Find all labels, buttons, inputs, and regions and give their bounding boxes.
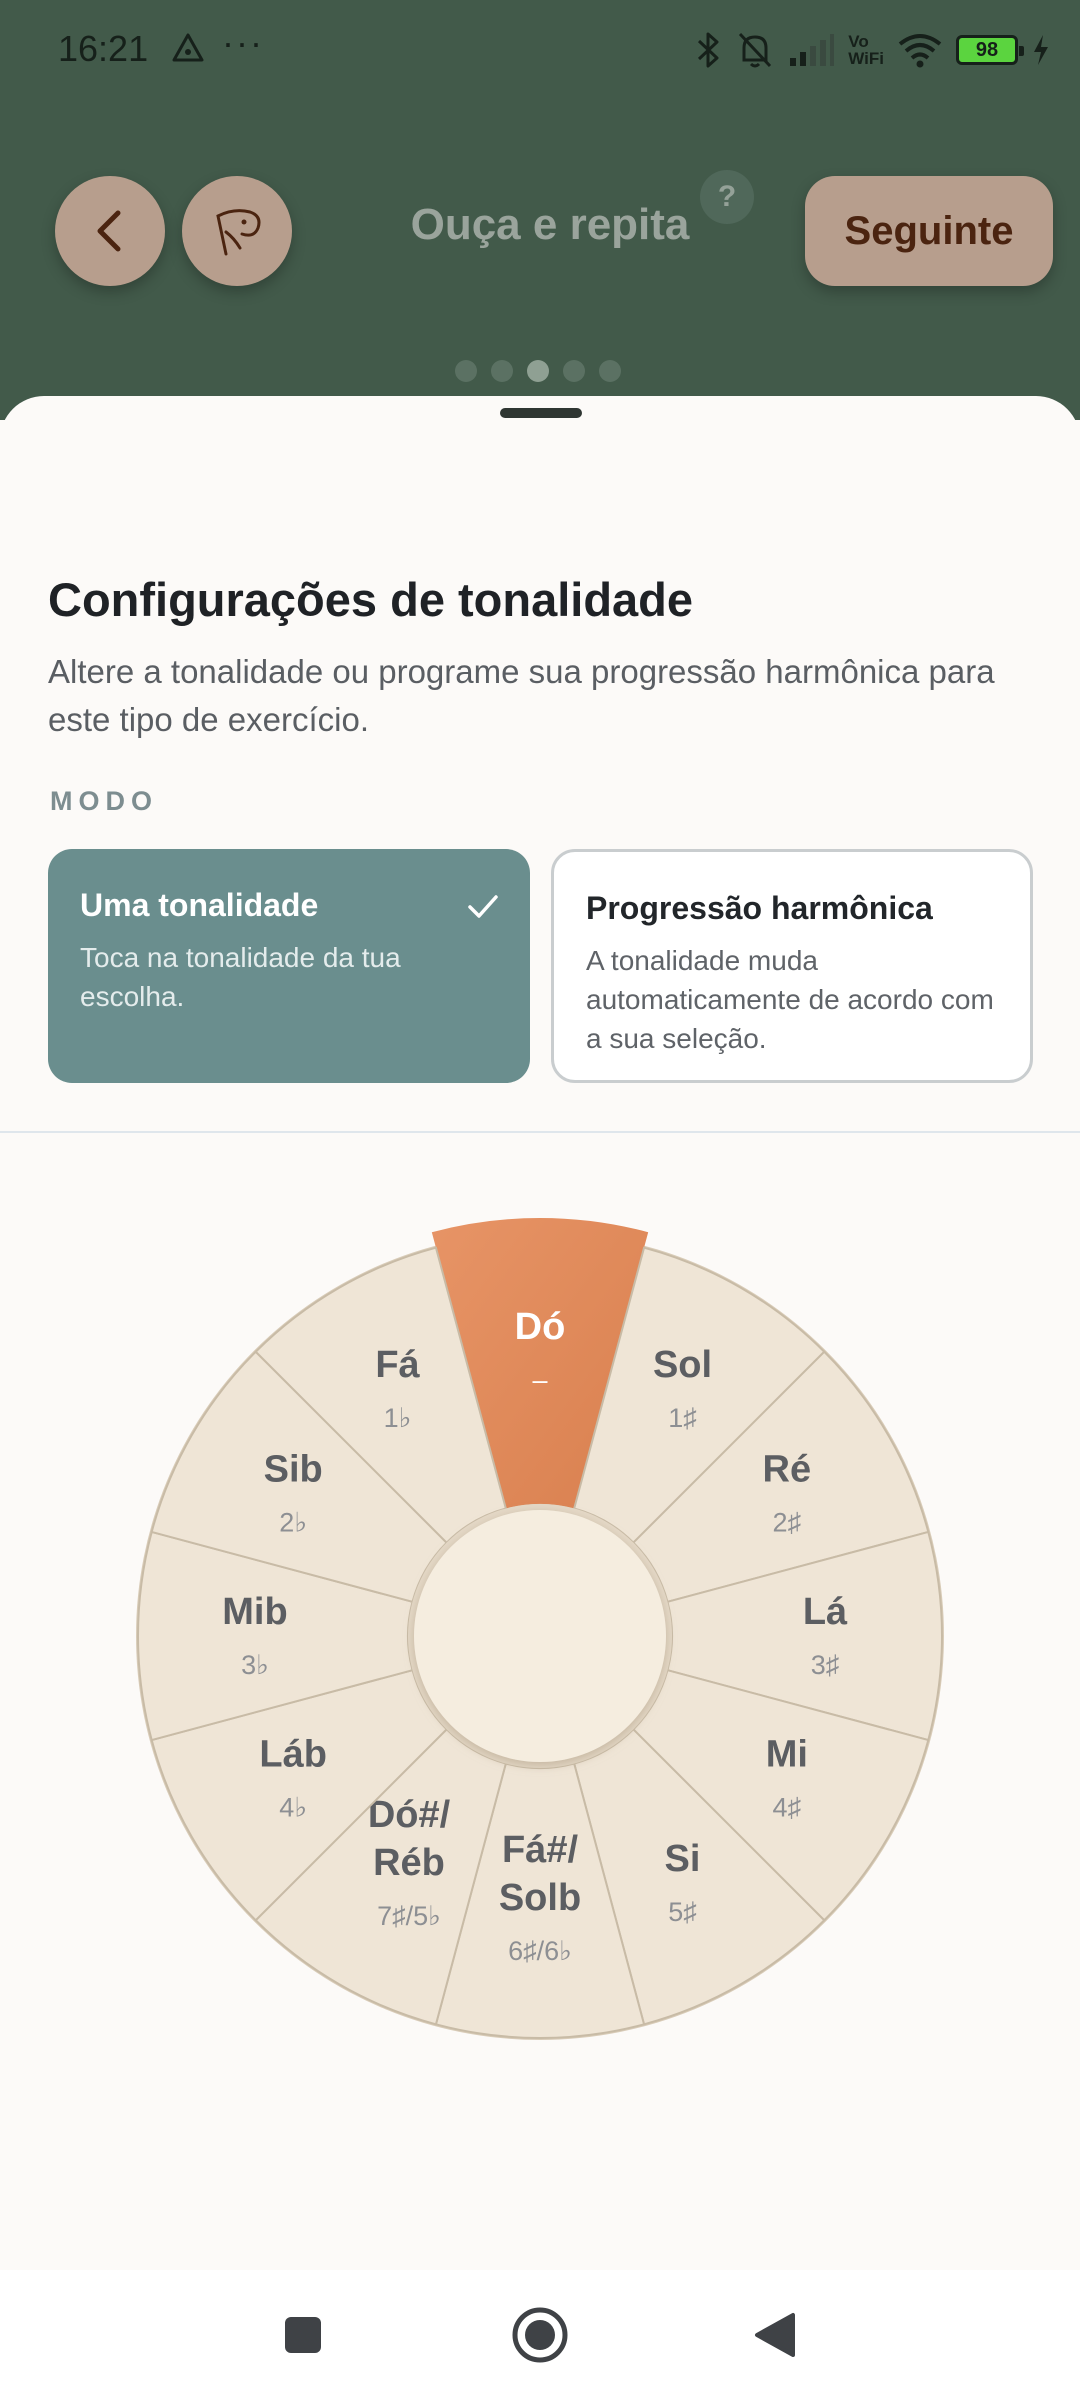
status-bar: 16:21 ··· Vo WiFi 98: [0, 0, 1080, 100]
battery-indicator: 98: [956, 35, 1024, 65]
key-name: Fá#/: [502, 1829, 578, 1871]
vowifi-label: Vo WiFi: [848, 32, 884, 68]
profile-button[interactable]: [182, 176, 292, 286]
key-signature: 2♭: [279, 1508, 307, 1538]
mode-progression-card[interactable]: Progressão harmônica A tonalidade muda a…: [551, 849, 1033, 1083]
status-icons: Vo WiFi 98: [696, 28, 1050, 72]
key-name: Lá: [803, 1591, 848, 1633]
key-name: Mi: [766, 1734, 808, 1776]
home-icon: [512, 2307, 568, 2363]
key-name: Réb: [373, 1842, 445, 1884]
key-signature: 1♭: [384, 1403, 412, 1433]
key-name: Mib: [222, 1591, 287, 1633]
sheet-title: Configurações de tonalidade: [48, 573, 694, 626]
status-time: 16:21: [58, 28, 149, 69]
key-signature: 7♯/5♭: [377, 1901, 441, 1931]
status-more-icon: ···: [222, 22, 264, 63]
sheet-description: Altere a tonalidade ou programe sua prog…: [48, 653, 995, 738]
bluetooth-icon: [698, 32, 719, 68]
charging-bolt-icon: [1034, 35, 1048, 65]
page-dot: [455, 360, 477, 382]
system-navigation-bar: [0, 2270, 1080, 2400]
key-signature: 2♯: [773, 1508, 802, 1538]
header-area: 16:21 ··· Vo WiFi 98 Ouça e repita ? Seg…: [0, 0, 1080, 420]
signal-icon: [790, 34, 835, 66]
key-name: Sol: [653, 1344, 712, 1386]
next-button[interactable]: Seguinte: [805, 176, 1053, 286]
home-button[interactable]: [505, 2300, 575, 2370]
key-signature: 4♯: [773, 1793, 802, 1823]
divider: [0, 1131, 1080, 1133]
mode-card-title: Uma tonalidade: [80, 887, 319, 923]
key-signature: 3♯: [811, 1650, 840, 1680]
sheet-drag-handle[interactable]: [500, 408, 582, 418]
warning-triangle-icon: [172, 33, 204, 62]
mode-card-description: Toca na tonalidade da tua escolha.: [80, 942, 401, 1012]
page-dot: [491, 360, 513, 382]
page-dot: [563, 360, 585, 382]
wifi-icon: [898, 34, 942, 68]
mode-card-title: Progressão harmônica: [586, 890, 933, 926]
mode-single-key-card[interactable]: Uma tonalidade Toca na tonalidade da tua…: [48, 849, 530, 1083]
recents-icon: [285, 2317, 321, 2353]
bell-off-icon: [739, 32, 772, 68]
key-name: Solb: [499, 1877, 581, 1919]
key-name: Ré: [763, 1449, 812, 1491]
page-dot: [599, 360, 621, 382]
page-indicator: [455, 360, 621, 382]
key-settings-sheet: Configurações de tonalidade Altere a ton…: [0, 396, 1080, 2270]
key-signature: 3♭: [241, 1650, 269, 1680]
check-icon: [468, 895, 498, 918]
help-button[interactable]: ?: [700, 170, 754, 224]
key-name: Dó#/: [368, 1794, 451, 1836]
key-name: Láb: [259, 1734, 327, 1776]
wheel-center: [414, 1510, 666, 1762]
key-signature: 6♯/6♭: [508, 1936, 572, 1966]
system-back-button[interactable]: [740, 2300, 810, 2370]
key-signature: –: [532, 1365, 547, 1395]
chevron-left-icon: [97, 210, 121, 252]
key-name: Sib: [264, 1449, 323, 1491]
recents-button[interactable]: [268, 2300, 338, 2370]
page-title: Ouça e repita: [410, 200, 690, 249]
mode-section-label: MODO: [50, 786, 158, 816]
key-name: Dó: [515, 1306, 566, 1348]
conductor-icon: [216, 209, 261, 256]
circle-of-fifths-wheel: Dó – Sol 1♯ Ré 2♯ Lá 3♯ Mi 4♯ Si 5♯ Fá#/ Solb 6♯/6♭ Dó#…: [136, 1218, 944, 2040]
back-button[interactable]: [55, 176, 165, 286]
key-signature: 4♭: [279, 1793, 307, 1823]
key-signature: 5♯: [668, 1897, 697, 1927]
key-name: Fá: [375, 1344, 420, 1386]
key-name: Si: [665, 1838, 701, 1880]
mode-card-description: A tonalidade muda automaticamente de aco…: [586, 945, 994, 1054]
key-signature: 1♯: [668, 1403, 697, 1433]
toolbar: Ouça e repita ? Seguinte: [0, 170, 1080, 290]
page-dot-active: [527, 360, 549, 382]
back-triangle-icon: [755, 2313, 795, 2357]
